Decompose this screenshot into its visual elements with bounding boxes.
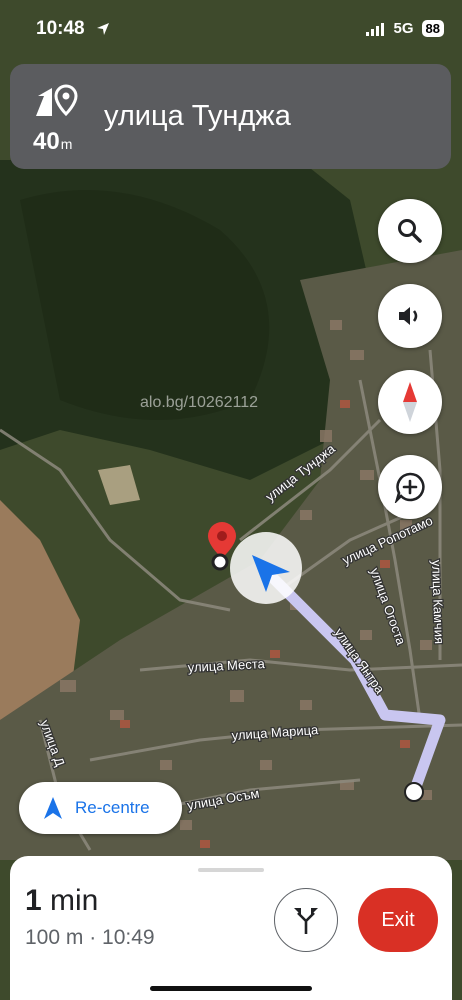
- search-button[interactable]: [378, 199, 442, 263]
- recentre-label: Re-centre: [75, 798, 150, 817]
- next-street-name: улица Тунджа: [104, 100, 291, 132]
- search-icon: [398, 219, 422, 243]
- destination-marker: [404, 782, 424, 802]
- current-location-marker: [230, 532, 302, 604]
- alternate-routes-button[interactable]: [274, 888, 338, 952]
- recentre-button[interactable]: Re-centre: [19, 782, 182, 834]
- watermark: alo.bg/10262112: [140, 394, 259, 411]
- trip-details: 100 m · 10:49: [25, 926, 155, 949]
- status-time: 10:48: [36, 18, 85, 39]
- add-report-button[interactable]: [378, 455, 442, 519]
- drag-handle[interactable]: [198, 868, 264, 872]
- add-report-icon: [394, 472, 425, 503]
- eta-unit: min: [50, 884, 99, 917]
- distance-value: 40: [33, 128, 60, 155]
- turn-direction-icon: [36, 84, 78, 117]
- volume-icon: [399, 307, 418, 325]
- eta-value: 1: [25, 884, 42, 917]
- status-indicators: 5G 88: [365, 20, 444, 37]
- sound-button[interactable]: [378, 284, 442, 348]
- distance-unit: m: [60, 136, 73, 152]
- home-indicator[interactable]: [150, 986, 312, 991]
- status-bar: 10:48 5G 88: [0, 0, 462, 56]
- signal-icon: [365, 22, 384, 36]
- distance-to-turn: 40m: [33, 128, 72, 156]
- compass-button[interactable]: [378, 370, 442, 434]
- battery-indicator: 88: [421, 20, 444, 37]
- location-arrow-icon: [97, 23, 109, 35]
- compass-icon: [403, 382, 417, 422]
- exit-button[interactable]: Exit: [358, 888, 438, 952]
- fork-route-icon: [294, 908, 318, 934]
- navigation-arrow-icon: [44, 797, 62, 819]
- eta-duration: 1 min: [25, 884, 98, 918]
- network-type: 5G: [393, 20, 414, 37]
- street-label: улица Камчия: [429, 560, 447, 645]
